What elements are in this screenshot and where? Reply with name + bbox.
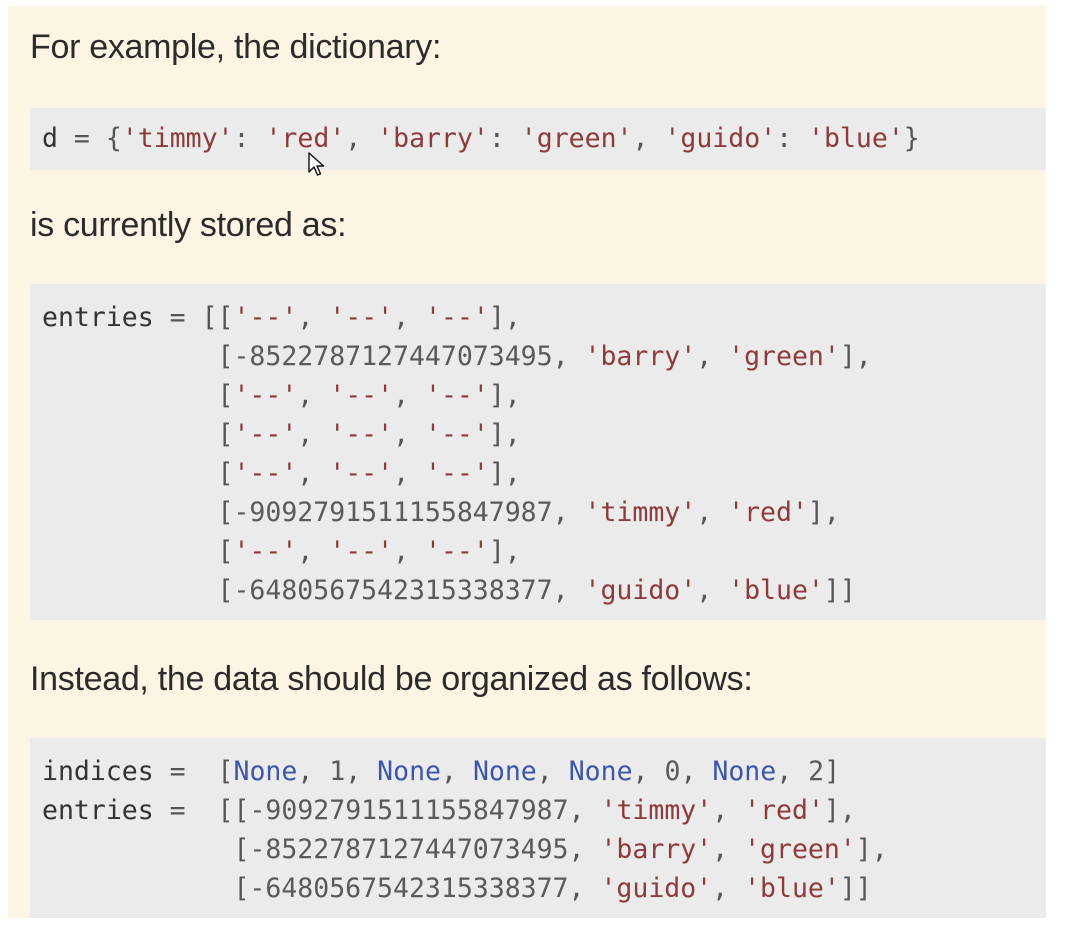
code-line: entries = [[-9092791511155847987, 'timmy… [42, 795, 856, 826]
article-panel: For example, the dictionary: d = {'timmy… [8, 6, 1046, 918]
code-line: [-9092791511155847987, 'timmy', 'red'], [217, 497, 840, 528]
code-line: entries = [['--', '--', '--'], [42, 302, 521, 333]
code-line: ['--', '--', '--'], [217, 380, 521, 411]
code-line: ['--', '--', '--'], [217, 419, 521, 450]
current-storage-code-block: entries = [['--', '--', '--'], [-8522787… [30, 284, 1046, 620]
intro-paragraph: For example, the dictionary: [30, 28, 442, 66]
dict-code-block: d = {'timmy': 'red', 'barry': 'green', '… [30, 108, 1046, 170]
stored-as-paragraph: is currently stored as: [30, 206, 347, 244]
code-line: indices = [None, 1, None, None, None, 0,… [42, 756, 841, 787]
code-line: [-6480567542315338377, 'guido', 'blue']] [233, 873, 872, 904]
code-line: [-8522787127447073495, 'barry', 'green']… [217, 341, 872, 372]
code-line: [-8522787127447073495, 'barry', 'green']… [233, 834, 888, 865]
code-line: ['--', '--', '--'], [217, 458, 521, 489]
code-line: d = {'timmy': 'red', 'barry': 'green', '… [42, 123, 920, 154]
mouse-pointer-icon [308, 152, 326, 183]
code-line: [-6480567542315338377, 'guido', 'blue']] [217, 575, 856, 606]
proposed-storage-code-block: indices = [None, 1, None, None, None, 0,… [30, 738, 1046, 918]
code-line: ['--', '--', '--'], [217, 536, 521, 567]
instead-paragraph: Instead, the data should be organized as… [30, 660, 753, 698]
